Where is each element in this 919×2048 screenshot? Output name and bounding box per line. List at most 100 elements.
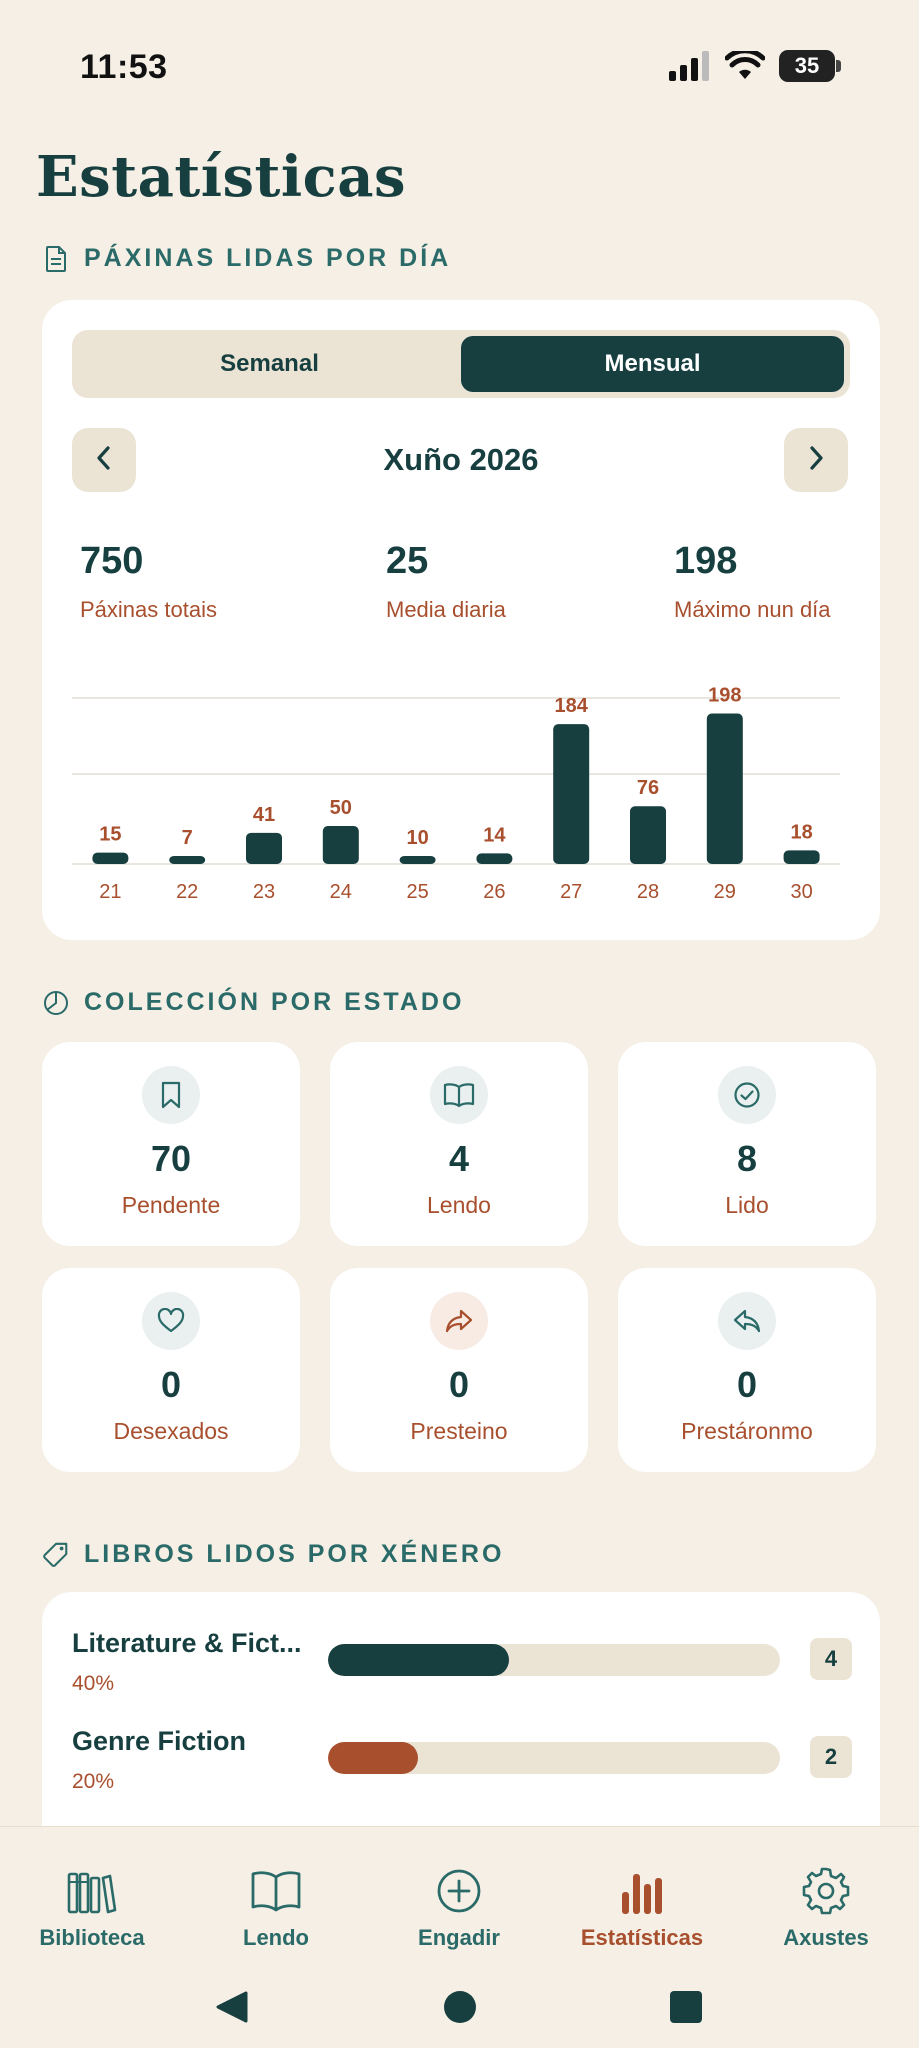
tile-count: 0 [448,1364,470,1405]
chart-value-label: 14 [483,824,506,846]
stat-max-day: 198 Máximo nun día [674,540,831,623]
bookmark-icon [142,1066,200,1124]
tile-count: 0 [736,1364,758,1405]
document-icon [42,245,70,273]
chart-bar[interactable] [399,856,436,864]
chart-value-label: 198 [708,685,741,707]
status-tile-lent[interactable]: 0 Presteino [330,1268,588,1472]
pages-section-header: PÁXINAS LIDAS POR DÍA [42,244,451,273]
genre-progress-fill [328,1742,419,1774]
bottom-navigation: Biblioteca Lendo Engadir Estatísticas Ax… [0,1826,919,2048]
tile-count: 70 [150,1138,192,1179]
tile-count: 8 [736,1138,758,1179]
chart-bar[interactable] [246,832,282,864]
tile-label: Lendo [427,1192,491,1218]
tile-label: Lido [725,1192,769,1218]
stat-daily-average: 25 Media diaria [386,540,506,623]
status-tile-borrowed[interactable]: 0 Prestáronmo [618,1268,876,1472]
chart-value-label: 7 [182,827,193,849]
previous-month-button[interactable] [72,428,136,492]
chart-x-tick-label: 22 [176,881,198,900]
chart-bar[interactable] [476,853,513,864]
section-title: PÁXINAS LIDAS POR DÍA [84,244,452,272]
chevron-right-icon [806,445,826,476]
back-icon[interactable] [214,1989,250,2030]
chart-x-tick-label: 29 [714,881,736,900]
recents-icon[interactable] [669,1990,703,2029]
battery-icon: 35 [779,50,841,82]
status-time: 11:53 [80,48,168,86]
chart-bar[interactable] [169,856,206,864]
genre-progress-fill [328,1644,509,1676]
wifi-icon [725,51,765,81]
tile-label: Desexados [113,1418,229,1444]
tab-weekly[interactable]: Semanal [78,336,461,392]
genre-percent: 40% [72,1672,115,1695]
genre-count-badge: 4 [810,1638,852,1680]
nav-settings[interactable]: Axustes [746,1863,906,1951]
battery-level: 35 [779,50,835,82]
tab-monthly[interactable]: Mensual [461,336,844,392]
pages-chart-card: Semanal Mensual Xuño 2026 750 Páxinas to… [42,300,880,940]
status-icons: 35 [669,50,841,82]
chart-bar[interactable] [630,806,666,864]
settings-icon [746,1863,906,1919]
stat-label: Páxinas totais [80,597,217,622]
library-icon [12,1863,172,1919]
status-tile-read[interactable]: 8 Lido [618,1042,876,1246]
chart-value-label: 41 [253,804,275,826]
nav-add[interactable]: Engadir [379,1863,539,1951]
chart-value-label: 50 [330,797,352,819]
status-tile-reading[interactable]: 4 Lendo [330,1042,588,1246]
chart-bar[interactable] [706,713,743,864]
share-forward-icon [430,1292,488,1350]
pie-chart-icon [42,989,70,1017]
collection-section-header: COLECCIÓN POR ESTADO [42,988,464,1017]
month-label: Xuño 2026 [383,442,539,477]
genre-row[interactable]: Literature & Fict... 40% 4 [72,1628,852,1718]
reply-icon [718,1292,776,1350]
chart-value-label: 76 [637,777,659,799]
chart-value-label: 15 [99,824,121,846]
signal-icon [669,51,711,81]
chart-x-tick-label: 21 [99,881,121,900]
genre-count-badge: 2 [810,1736,852,1778]
chart-x-tick-label: 25 [406,881,428,900]
chevron-left-icon [94,445,114,476]
pages-bar-chart: 15 21 7 22 41 23 50 24 10 25 14 26 184 27 76 28 198 29 18 3… [72,685,840,900]
chart-x-tick-label: 28 [637,881,659,900]
nav-reading[interactable]: Lendo [196,1863,356,1951]
chart-x-tick-label: 30 [790,881,812,900]
next-month-button[interactable] [784,428,848,492]
check-circle-icon [718,1066,776,1124]
chart-bar[interactable] [92,852,129,864]
nav-label: Estatísticas [580,1925,704,1950]
genre-row[interactable]: Genre Fiction 20% 2 [72,1726,852,1816]
nav-label: Biblioteca [39,1925,145,1950]
status-tile-wishlist[interactable]: 0 Desexados [42,1268,300,1472]
genre-progress-track [328,1742,780,1774]
genre-progress-track [328,1644,780,1676]
period-toggle: Semanal Mensual [72,330,850,398]
stat-value: 198 [674,540,738,582]
heart-icon [142,1292,200,1350]
book-open-icon [196,1863,356,1919]
genre-name: Literature & Fict... [72,1628,302,1658]
page-title: Estatísticas [36,144,407,210]
home-icon[interactable] [442,1989,478,2030]
stat-label: Media diaria [386,597,506,622]
status-tile-pending[interactable]: 70 Pendente [42,1042,300,1246]
chart-bar[interactable] [322,826,359,864]
nav-statistics[interactable]: Estatísticas [562,1863,722,1951]
stat-label: Máximo nun día [674,597,831,622]
stat-value: 25 [386,540,429,582]
tile-label: Pendente [121,1192,221,1218]
chart-x-tick-label: 27 [560,881,582,900]
stat-value: 750 [80,540,144,582]
nav-library[interactable]: Biblioteca [12,1863,172,1951]
chart-bar[interactable] [553,724,590,864]
chart-bar[interactable] [783,850,820,864]
tile-label: Presteino [410,1418,508,1444]
genre-section-header: LIBROS LIDOS POR XÉNERO [42,1540,504,1569]
tile-label: Prestáronmo [681,1418,813,1444]
